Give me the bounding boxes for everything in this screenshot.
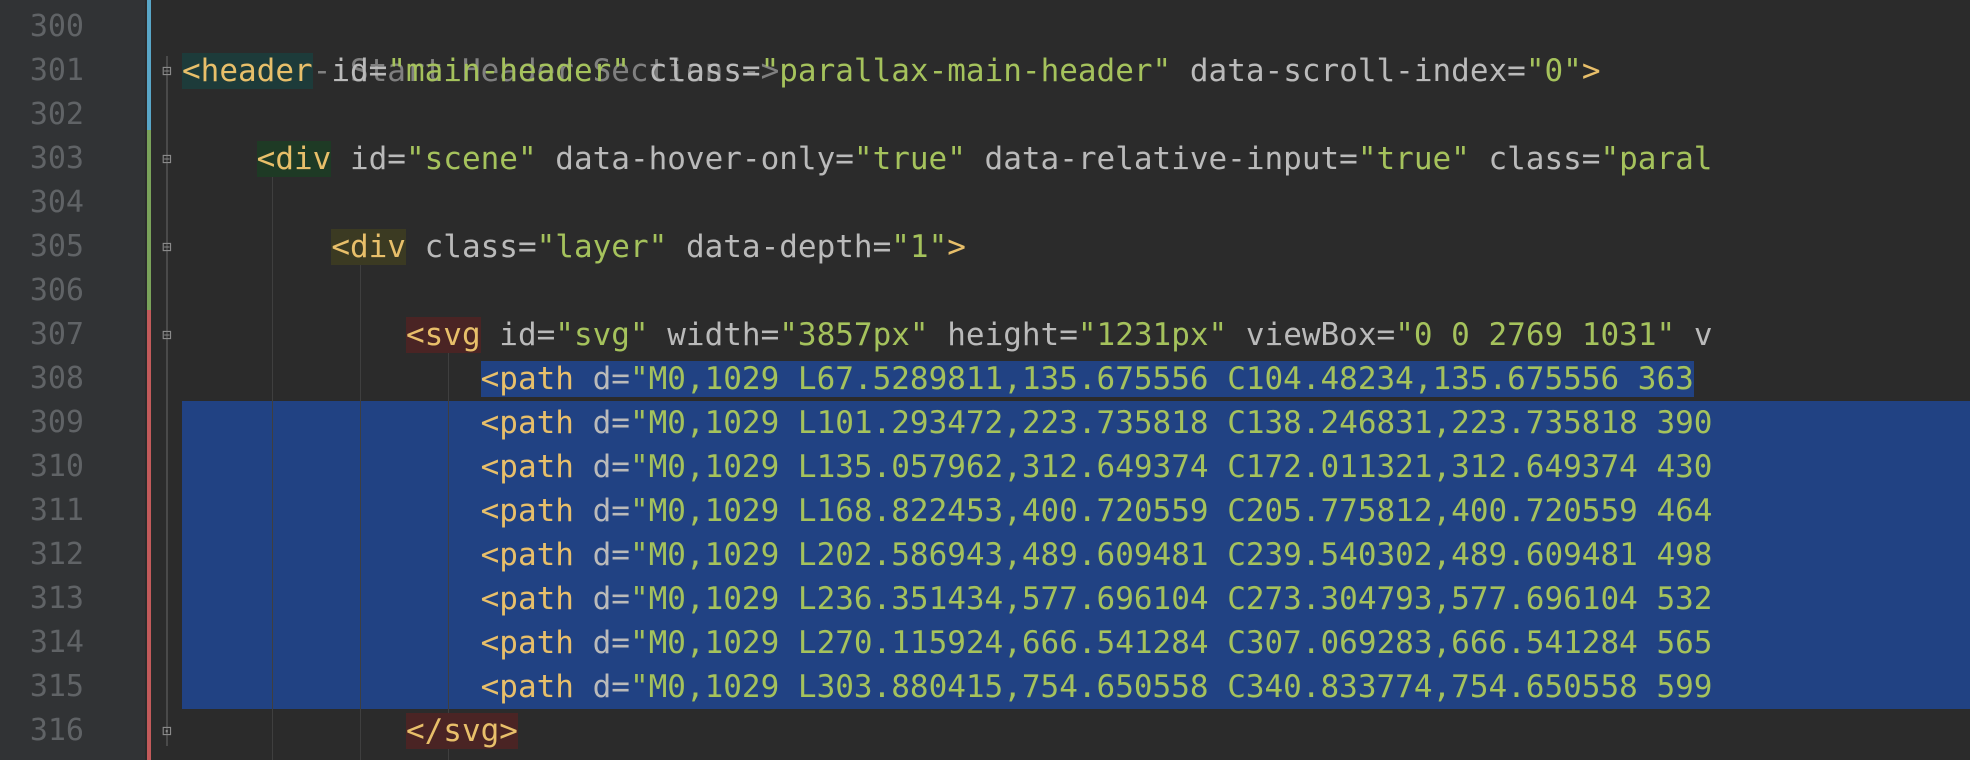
attr-value: "M0,1029 L236.351434,577.696104 C273.304… [629,581,1713,617]
attr-name: d= [573,361,630,397]
fold-collapse-icon[interactable]: ⊟ [158,238,176,256]
line-number: 302 [29,97,84,132]
attr-value: "M0,1029 L202.586943,489.609481 C239.540… [629,537,1713,573]
vcs-change-bar[interactable] [147,0,151,130]
line-number: 301 [29,53,84,88]
attr-name: d= [573,449,630,485]
code-line-314[interactable]: <path d="M0,1029 L270.115924,666.541284 … [182,621,1970,665]
line-number: 300 [29,9,84,44]
div-tag: <div [256,141,332,177]
path-tag: <path [480,669,574,705]
attr-name: d= [573,581,630,617]
line-number-gutter[interactable]: 300 301 302 303 304 305 306 307 308 309 … [0,0,145,760]
line-number: 310 [29,449,84,484]
line-number: 308 [29,361,84,396]
line-number: 313 [29,581,84,616]
code-line-312[interactable]: <path d="M0,1029 L202.586943,489.609481 … [182,533,1970,577]
code-line-311[interactable]: <path d="M0,1029 L168.822453,400.720559 … [182,489,1970,533]
attr-value: "parallax-main-header" [760,53,1172,89]
code-line-305[interactable]: <div class="layer" data-depth="1"> [182,225,1970,269]
attr-value: "M0,1029 L270.115924,666.541284 C307.069… [629,625,1713,661]
attr-value: "scene" [405,141,537,177]
code-line-310[interactable]: <path d="M0,1029 L135.057962,312.649374 … [182,445,1970,489]
attr-name: class= [405,229,537,265]
attr-value: "3857px" [779,317,929,353]
attr-value: "M0,1029 L168.822453,400.720559 C205.775… [629,493,1713,529]
line-number: 309 [29,405,84,440]
attr-name: d= [573,669,630,705]
attr-name: v [1675,317,1713,353]
code-line-313[interactable]: <path d="M0,1029 L236.351434,577.696104 … [182,577,1970,621]
attr-name: data-scroll-index= [1171,53,1526,89]
line-number: 311 [29,493,84,528]
code-editor[interactable]: <!-- Start Header Section--> <header id=… [182,0,1970,760]
line-number: 314 [29,625,84,660]
attr-name: height= [928,317,1078,353]
attr-value: "true" [1357,141,1470,177]
fold-end-icon[interactable]: ⊡ [158,722,176,740]
attr-value: "0" [1525,53,1582,89]
attr-name: data-relative-input= [965,141,1358,177]
vcs-added-bar[interactable] [147,130,151,310]
code-line-316[interactable]: </svg> [182,709,1970,753]
fold-collapse-icon[interactable]: ⊟ [158,326,176,344]
fold-collapse-icon[interactable]: ⊟ [158,62,176,80]
attr-name: d= [573,405,630,441]
attr-name: id= [480,317,556,353]
line-number: 312 [29,537,84,572]
tag-close: > [1581,53,1601,89]
path-tag: <path [480,361,574,397]
attr-value: "M0,1029 L303.880415,754.650558 C340.833… [629,669,1713,705]
attr-name: data-hover-only= [536,141,854,177]
attr-name: width= [648,317,780,353]
code-line-315[interactable]: <path d="M0,1029 L303.880415,754.650558 … [182,665,1970,709]
attr-value: "1" [891,229,948,265]
path-tag: <path [480,449,574,485]
attr-name: id= [312,53,388,89]
line-number: 305 [29,229,84,264]
line-number: 315 [29,669,84,704]
header-tag: <header [182,53,313,89]
path-tag: <path [480,405,574,441]
attr-value: "main-header" [387,53,630,89]
path-tag: <path [480,581,574,617]
attr-value: "M0,1029 L135.057962,312.649374 C172.011… [629,449,1713,485]
attr-value: "layer" [536,229,668,265]
tag-close: > [947,229,966,265]
attr-name: d= [573,493,630,529]
code-line-303[interactable]: <div id="scene" data-hover-only="true" d… [182,137,1970,181]
code-line-301[interactable]: <header id="main-header" class="parallax… [182,49,1970,93]
line-number: 304 [29,185,84,220]
code-line-300[interactable]: <!-- Start Header Section--> [182,5,1970,89]
line-number: 316 [29,713,84,748]
code-line-309[interactable]: <path d="M0,1029 L101.293472,223.735818 … [182,401,1970,445]
attr-value: "1231px" [1077,317,1228,353]
path-tag: <path [480,493,574,529]
attr-name: class= [629,53,761,89]
attr-value: "M0,1029 L101.293472,223.735818 C138.246… [629,405,1713,441]
svg-tag: <svg [405,317,481,353]
code-line-307[interactable]: <svg id="svg" width="3857px" height="123… [182,313,1970,357]
div-tag: <div [331,229,406,265]
attr-value: "true" [853,141,966,177]
attr-value: "M0,1029 L67.5289811,135.675556 C104.482… [629,361,1694,397]
svg-close-tag: </svg> [405,713,518,749]
path-tag: <path [480,625,574,661]
attr-name: d= [573,537,630,573]
attr-value: "svg" [555,317,649,353]
line-number: 303 [29,141,84,176]
line-number: 306 [29,273,84,308]
attr-name: id= [331,141,406,177]
attr-value: "0 0 2769 1031" [1395,317,1676,353]
attr-value: "paral [1600,141,1713,177]
attr-name: viewBox= [1227,317,1396,353]
attr-name: data-depth= [667,229,892,265]
attr-name: class= [1469,141,1601,177]
attr-name: d= [573,625,630,661]
fold-collapse-icon[interactable]: ⊟ [158,150,176,168]
line-number: 307 [29,317,84,352]
vcs-modified-bar[interactable] [147,310,151,760]
code-line-308[interactable]: <path d="M0,1029 L67.5289811,135.675556 … [182,357,1970,401]
path-tag: <path [480,537,574,573]
